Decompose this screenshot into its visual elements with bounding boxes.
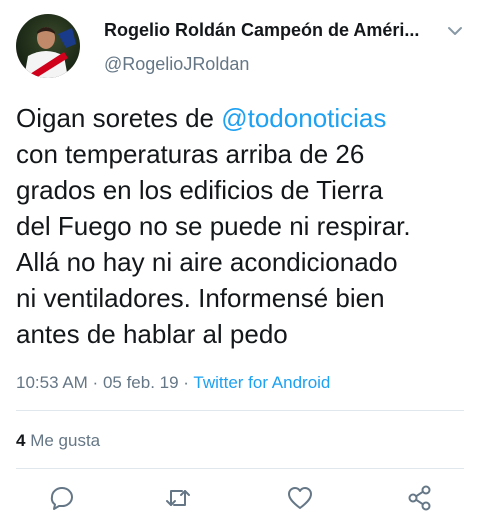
chevron-down-icon[interactable] <box>446 22 464 40</box>
display-name[interactable]: Rogelio Roldán Campeón de Améri... <box>104 18 436 42</box>
meta-separator: · <box>178 373 194 392</box>
tweet-text-rest: con temperaturas arriba de 26 grados en … <box>16 139 411 349</box>
share-icon[interactable] <box>406 484 434 512</box>
retweet-icon[interactable] <box>164 484 192 512</box>
divider <box>16 468 464 469</box>
tweet-text-start: Oigan soretes de <box>16 103 222 133</box>
mention-link[interactable]: @todonoticias <box>221 103 386 133</box>
tweet-date: 05 feb. 19 <box>102 373 179 392</box>
meta-separator: · <box>87 373 103 392</box>
tweet-meta: 10:53 AM · 05 feb. 19 · Twitter for Andr… <box>16 371 330 395</box>
avatar-photo <box>24 27 76 78</box>
divider <box>16 410 464 411</box>
reply-icon[interactable] <box>48 484 76 512</box>
user-handle[interactable]: @RogelioJRoldan <box>104 52 249 76</box>
tweet-text: Oigan soretes de @todonoticias con tempe… <box>16 100 472 352</box>
action-bar <box>0 484 480 520</box>
likes-count[interactable]: 4 Me gusta <box>16 429 100 453</box>
likes-label: Me gusta <box>25 431 101 450</box>
tweet-time: 10:53 AM <box>16 373 88 392</box>
tweet-source-link[interactable]: Twitter for Android <box>193 373 330 392</box>
like-icon[interactable] <box>286 484 314 512</box>
avatar[interactable] <box>16 14 80 78</box>
